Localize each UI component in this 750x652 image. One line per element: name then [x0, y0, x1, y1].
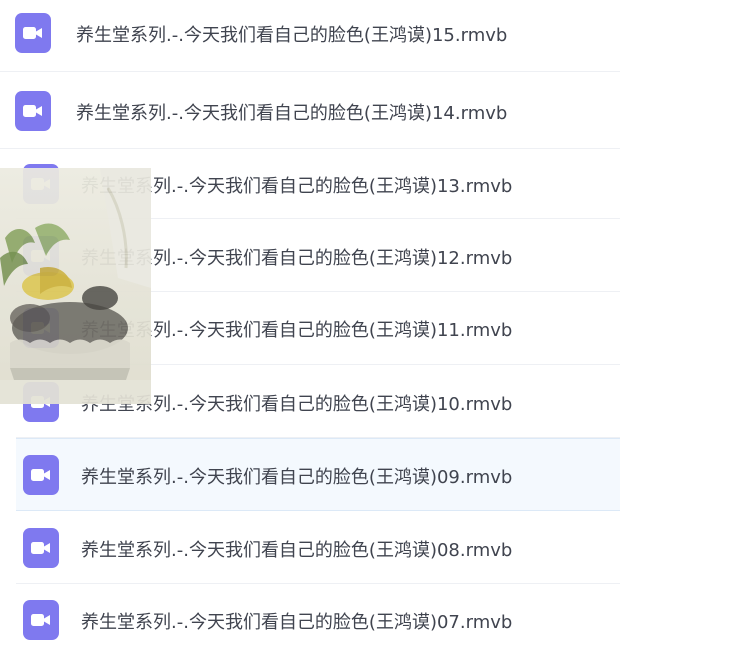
- file-row[interactable]: 养生堂系列.-.今天我们看自己的脸色(王鸿谟)15.rmvb: [0, 0, 620, 72]
- file-list: 养生堂系列.-.今天我们看自己的脸色(王鸿谟)15.rmvb 养生堂系列.-.今…: [0, 0, 750, 652]
- video-file-icon: [23, 528, 59, 568]
- thumbnail-preview-image: [0, 168, 151, 404]
- file-row[interactable]: 养生堂系列.-.今天我们看自己的脸色(王鸿谟)08.rmvb: [16, 511, 620, 584]
- video-file-icon: [23, 455, 59, 495]
- file-row[interactable]: 养生堂系列.-.今天我们看自己的脸色(王鸿谟)07.rmvb: [16, 584, 620, 652]
- video-file-icon: [15, 13, 51, 53]
- file-name: 养生堂系列.-.今天我们看自己的脸色(王鸿谟)14.rmvb: [76, 103, 508, 124]
- file-name: 养生堂系列.-.今天我们看自己的脸色(王鸿谟)15.rmvb: [76, 25, 508, 46]
- file-row-selected[interactable]: 养生堂系列.-.今天我们看自己的脸色(王鸿谟)09.rmvb: [16, 438, 620, 511]
- file-row[interactable]: 养生堂系列.-.今天我们看自己的脸色(王鸿谟)14.rmvb: [0, 72, 620, 149]
- file-name: 养生堂系列.-.今天我们看自己的脸色(王鸿谟)09.rmvb: [81, 467, 513, 488]
- figurine-illustration: [0, 168, 151, 404]
- video-file-icon: [15, 91, 51, 131]
- file-name: 养生堂系列.-.今天我们看自己的脸色(王鸿谟)08.rmvb: [81, 540, 513, 561]
- file-name: 养生堂系列.-.今天我们看自己的脸色(王鸿谟)07.rmvb: [81, 612, 513, 633]
- video-file-icon: [23, 600, 59, 640]
